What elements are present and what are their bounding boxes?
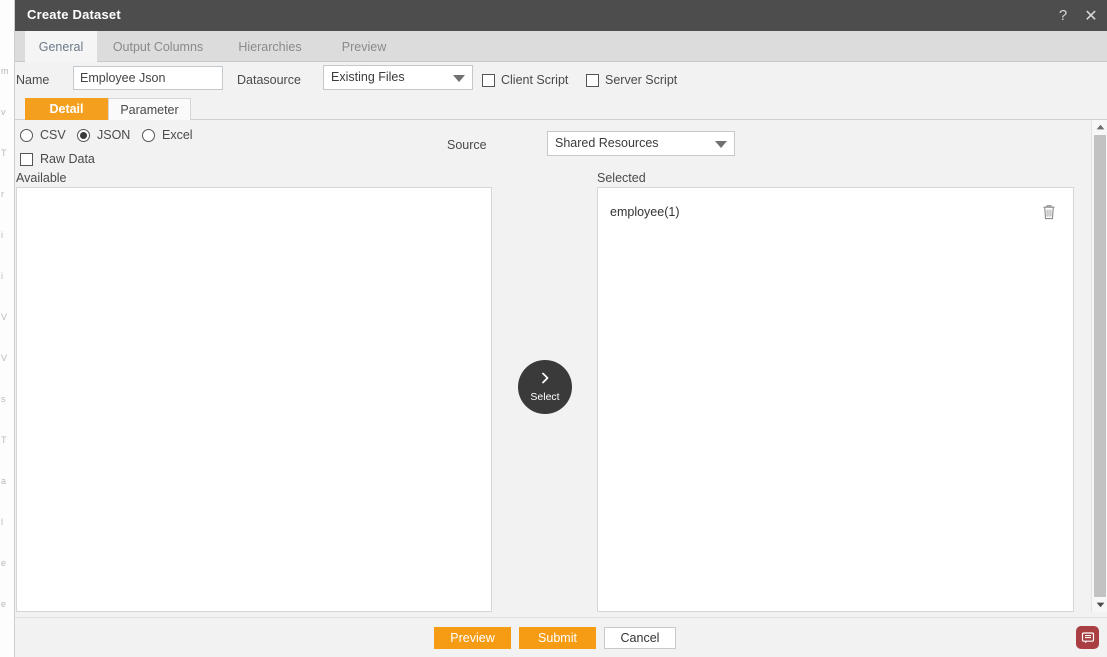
datasource-label: Datasource — [237, 73, 301, 87]
tab-preview[interactable]: Preview — [321, 31, 407, 62]
caret-up-icon[interactable] — [1092, 120, 1107, 134]
background-text-line: s — [1, 394, 6, 404]
dialog-title: Create Dataset — [27, 7, 121, 22]
tab-output-columns[interactable]: Output Columns — [97, 31, 219, 62]
source-select[interactable]: Shared Resources — [547, 131, 735, 156]
background-text-line: r — [1, 189, 4, 199]
tab-strip: General Output Columns Hierarchies Preview — [15, 31, 1107, 62]
detail-parameter-tabs: Detail Parameter — [15, 98, 1107, 120]
raw-data-checkbox[interactable] — [20, 153, 33, 166]
datasource-value: Existing Files — [331, 70, 405, 84]
submit-button[interactable]: Submit — [519, 627, 596, 649]
subtab-parameter[interactable]: Parameter — [108, 98, 191, 120]
dialog-footer: Preview Submit Cancel — [15, 617, 1107, 657]
available-label: Available — [16, 171, 67, 185]
background-text-line: V — [1, 353, 8, 363]
cancel-button[interactable]: Cancel — [604, 627, 676, 649]
background-page: m v Tr i i V Vs Ta l e e — [0, 0, 14, 657]
background-text-line: e — [1, 558, 7, 568]
background-text-line: i — [1, 271, 3, 281]
radio-json-label: JSON — [97, 128, 131, 142]
select-button[interactable]: Select — [518, 360, 572, 414]
server-script-checkbox[interactable] — [586, 74, 599, 87]
background-text-line: T — [1, 435, 7, 445]
list-item[interactable]: employee(1) — [598, 200, 1073, 226]
background-text-line: a — [1, 476, 7, 486]
preview-button[interactable]: Preview — [434, 627, 511, 649]
selected-item-label: employee(1) — [610, 205, 680, 219]
server-script-label: Server Script — [605, 73, 678, 87]
background-text-line: m — [1, 66, 9, 76]
chevron-down-icon — [453, 75, 465, 82]
radio-csv[interactable] — [20, 129, 33, 142]
name-label: Name — [16, 73, 50, 87]
help-icon[interactable]: ? — [1050, 0, 1076, 31]
available-tree-panel[interactable] — [16, 187, 492, 612]
background-text-line: l — [1, 517, 3, 527]
background-text-line: v — [1, 107, 6, 117]
radio-excel-label: Excel — [162, 128, 193, 142]
name-input[interactable] — [73, 66, 223, 90]
trash-icon[interactable] — [1041, 203, 1057, 221]
dialog-body: CSV JSON Excel Raw Data Source Shared Re… — [15, 120, 1107, 617]
dialog-titlebar: Create Dataset ? ✕ — [15, 0, 1107, 31]
tab-hierarchies[interactable]: Hierarchies — [219, 31, 321, 62]
header-row: Name Datasource Existing Files Client Sc… — [15, 62, 1107, 97]
client-script-checkbox[interactable] — [482, 74, 495, 87]
radio-json-selected-dot — [80, 132, 87, 139]
selected-list-panel[interactable]: employee(1) — [597, 187, 1074, 612]
radio-excel[interactable] — [142, 129, 155, 142]
selected-label: Selected — [597, 171, 646, 185]
background-text-line: T — [1, 148, 7, 158]
chat-bubble-icon[interactable] — [1076, 626, 1099, 649]
background-text-line: i — [1, 230, 3, 240]
caret-down-icon[interactable] — [1092, 598, 1107, 612]
subtab-detail[interactable]: Detail — [25, 98, 108, 120]
raw-data-label: Raw Data — [40, 152, 95, 166]
tab-general[interactable]: General — [25, 31, 97, 62]
source-value: Shared Resources — [555, 136, 659, 150]
scrollbar-thumb[interactable] — [1094, 135, 1106, 597]
client-script-label: Client Script — [501, 73, 569, 87]
background-text-line: e — [1, 599, 7, 609]
source-label: Source — [447, 138, 487, 152]
datasource-select[interactable]: Existing Files — [323, 65, 473, 90]
vertical-scrollbar[interactable] — [1091, 120, 1107, 612]
radio-csv-label: CSV — [40, 128, 66, 142]
chevron-right-icon — [538, 371, 552, 390]
close-icon[interactable]: ✕ — [1078, 0, 1104, 31]
create-dataset-dialog: Create Dataset ? ✕ General Output Columns… — [14, 0, 1107, 657]
background-text-line: V — [1, 312, 8, 322]
select-button-label: Select — [530, 391, 560, 403]
chevron-down-icon — [715, 141, 727, 148]
